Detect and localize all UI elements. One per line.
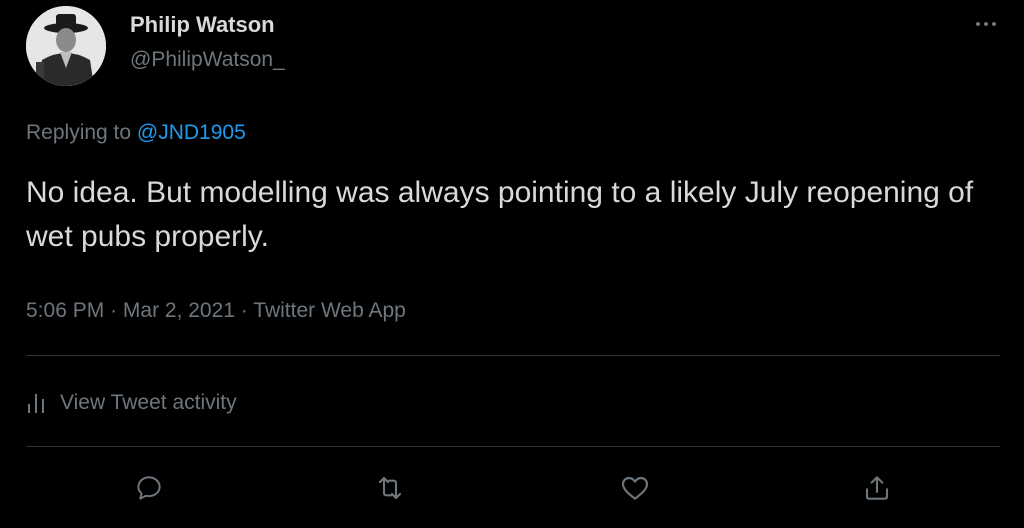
retweet-button[interactable]	[372, 470, 408, 506]
share-icon	[865, 476, 889, 500]
share-button[interactable]	[859, 470, 895, 506]
tweet-source[interactable]: Twitter Web App	[253, 299, 406, 322]
view-tweet-activity-button[interactable]: View Tweet activity	[26, 386, 237, 420]
tweet-time[interactable]: 5:06 PM	[26, 299, 104, 322]
reply-mention-link[interactable]: @JND1905	[137, 121, 246, 144]
tweet-text: No idea. But modelling was always pointi…	[26, 176, 974, 253]
tweet-detail: Philip Watson @PhilipWatson_ Replying to…	[0, 0, 1024, 528]
divider	[26, 355, 1000, 356]
tweet-date[interactable]: Mar 2, 2021	[123, 299, 235, 322]
more-options-button[interactable]	[970, 8, 1002, 40]
meta-separator: ·	[240, 299, 248, 322]
retweet-icon	[378, 476, 402, 500]
meta-separator: ·	[110, 299, 118, 322]
avatar[interactable]	[26, 6, 106, 86]
replying-to: Replying to @JND1905	[26, 118, 246, 148]
reply-icon	[137, 476, 161, 500]
analytics-icon	[28, 394, 44, 413]
view-tweet-activity-label: View Tweet activity	[60, 391, 237, 414]
tweet-meta: 5:06 PM · Mar 2, 2021 · Twitter Web App	[26, 296, 406, 326]
author-display-name[interactable]: Philip Watson	[130, 10, 275, 40]
divider	[26, 446, 1000, 447]
avatar-image	[26, 6, 106, 86]
like-button[interactable]	[617, 470, 653, 506]
replying-to-label: Replying to	[26, 121, 132, 144]
author-handle[interactable]: @PhilipWatson_	[130, 46, 285, 74]
reply-button[interactable]	[131, 470, 167, 506]
more-icon	[976, 22, 996, 26]
like-icon	[621, 476, 649, 500]
